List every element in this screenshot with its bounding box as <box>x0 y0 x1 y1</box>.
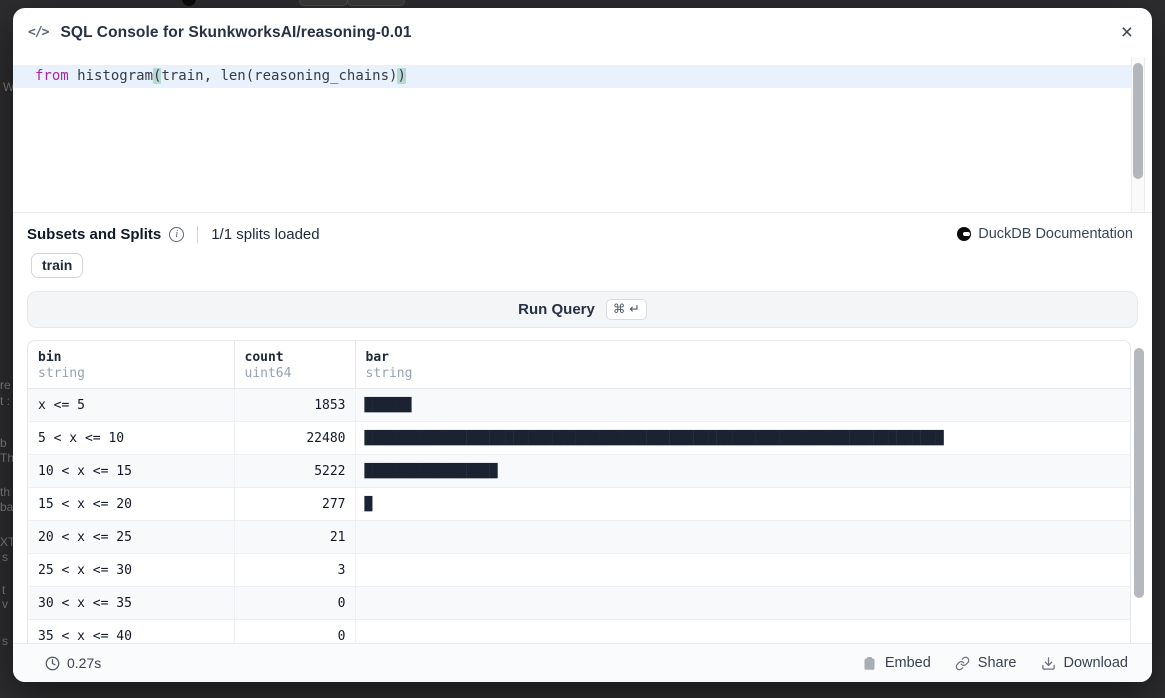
table-row[interactable]: x <= 51853██████ <box>28 389 1130 422</box>
table-row[interactable]: 25 < x <= 303 <box>28 554 1130 587</box>
split-badge-train[interactable]: train <box>31 253 83 278</box>
table-row[interactable]: 5 < x <= 1022480████████████████████████… <box>28 422 1130 455</box>
table-header-row: bin string count uint64 bar string <box>28 341 1130 389</box>
backdrop-text-fragment: Th <box>0 451 14 465</box>
table-row[interactable]: 30 < x <= 350 <box>28 587 1130 620</box>
count-cell: 0 <box>234 587 355 620</box>
info-icon[interactable]: i <box>169 227 184 242</box>
duckdb-docs-link[interactable]: DuckDB Documentation <box>957 226 1133 242</box>
bar-cell: █ <box>355 488 1130 521</box>
count-cell: 21 <box>234 521 355 554</box>
splits-row: train <box>31 253 83 278</box>
bin-cell: 15 < x <= 20 <box>28 488 234 521</box>
download-button[interactable]: Download <box>1041 655 1129 671</box>
count-cell: 5222 <box>234 455 355 488</box>
run-query-label: Run Query <box>518 301 595 318</box>
table-row[interactable]: 20 < x <= 2521 <box>28 521 1130 554</box>
sql-editor[interactable]: from histogram(train, len(reasoning_chai… <box>13 57 1152 212</box>
download-label: Download <box>1064 655 1129 671</box>
table-row[interactable]: 15 < x <= 20277█ <box>28 488 1130 521</box>
count-cell: 22480 <box>234 422 355 455</box>
download-icon <box>1041 656 1056 671</box>
bar-cell: ██████ <box>355 389 1130 422</box>
table-scrollbar-thumb[interactable] <box>1134 348 1144 598</box>
modal-title: SQL Console for SkunkworksAI/reasoning-0… <box>60 24 411 42</box>
background-avatar-artifact <box>182 0 196 6</box>
table-row[interactable]: 35 < x <= 400 <box>28 620 1130 644</box>
editor-scrollbar-thumb[interactable] <box>1133 63 1143 179</box>
close-icon[interactable]: × <box>1119 22 1135 43</box>
share-button[interactable]: Share <box>955 655 1017 671</box>
backdrop-text-fragment: t : <box>0 394 10 408</box>
results-table: bin string count uint64 bar string x <= … <box>27 340 1131 643</box>
footer-actions: Embed Share Download <box>862 655 1128 671</box>
code-icon: </> <box>28 25 48 40</box>
column-type: string <box>366 366 1121 381</box>
backdrop-text-fragment: ba <box>0 500 13 514</box>
divider <box>197 226 198 243</box>
bin-cell: 20 < x <= 25 <box>28 521 234 554</box>
column-name: bin <box>38 350 224 365</box>
share-label: Share <box>978 655 1017 671</box>
bin-cell: x <= 5 <box>28 389 234 422</box>
backdrop-text-fragment: th <box>0 485 10 499</box>
subsets-and-splits-row: Subsets and Splits i 1/1 splits loaded D… <box>13 216 1152 252</box>
table-scrollbar[interactable] <box>1133 340 1145 643</box>
modal-footer: 0.27s Embed Share Download <box>13 643 1152 682</box>
column-header-bin[interactable]: bin string <box>28 341 234 389</box>
column-type: string <box>38 366 224 381</box>
embed-button[interactable]: Embed <box>862 655 931 671</box>
count-cell: 3 <box>234 554 355 587</box>
bin-cell: 30 < x <= 35 <box>28 587 234 620</box>
sql-query-line[interactable]: from histogram(train, len(reasoning_chai… <box>13 65 1131 88</box>
sql-text: histogram <box>69 68 153 84</box>
count-cell: 1853 <box>234 389 355 422</box>
column-type: uint64 <box>245 366 345 381</box>
divider <box>13 212 1152 213</box>
subsets-label: Subsets and Splits <box>27 226 161 243</box>
column-name: bar <box>366 350 1121 365</box>
count-cell: 0 <box>234 620 355 644</box>
query-duration: 0.27s <box>45 655 101 671</box>
matched-bracket-close: ) <box>397 68 405 84</box>
bin-cell: 25 < x <= 30 <box>28 554 234 587</box>
clock-icon <box>45 656 60 671</box>
bar-cell <box>355 521 1130 554</box>
table-row[interactable]: 10 < x <= 155222█████████████████ <box>28 455 1130 488</box>
modal-header: </> SQL Console for SkunkworksAI/reasoni… <box>13 8 1152 57</box>
background-button-artifact <box>299 0 348 6</box>
bar-cell: █████████████████ <box>355 455 1130 488</box>
duckdb-docs-label: DuckDB Documentation <box>978 226 1133 242</box>
column-name: count <box>245 350 345 365</box>
background-button-artifact <box>347 0 405 6</box>
bar-cell <box>355 587 1130 620</box>
sql-text: train, len(reasoning_chains) <box>161 68 397 84</box>
keyboard-shortcut-badge: ⌘ ↵ <box>606 299 647 320</box>
duckdb-logo-icon <box>957 227 971 241</box>
embed-label: Embed <box>885 655 931 671</box>
duration-value: 0.27s <box>67 655 101 671</box>
sql-console-modal: </> SQL Console for SkunkworksAI/reasoni… <box>13 8 1152 682</box>
column-header-count[interactable]: count uint64 <box>234 341 355 389</box>
link-icon <box>955 656 970 671</box>
editor-scrollbar[interactable] <box>1131 57 1145 212</box>
backdrop-text-fragment: v <box>2 597 8 611</box>
bin-cell: 35 < x <= 40 <box>28 620 234 644</box>
bar-cell <box>355 554 1130 587</box>
backdrop-text-fragment: b <box>0 436 7 450</box>
embed-icon <box>862 656 877 671</box>
column-header-bar[interactable]: bar string <box>355 341 1130 389</box>
bar-cell <box>355 620 1130 644</box>
backdrop-text-fragment: re <box>0 378 11 392</box>
bar-cell: ████████████████████████████████████████… <box>355 422 1130 455</box>
backdrop-text-fragment: t <box>2 583 5 597</box>
sql-keyword: from <box>35 68 69 84</box>
bin-cell: 5 < x <= 10 <box>28 422 234 455</box>
count-cell: 277 <box>234 488 355 521</box>
backdrop-text-fragment: s <box>2 550 8 564</box>
splits-loaded-status: 1/1 splits loaded <box>211 226 319 243</box>
backdrop-text-fragment: s <box>2 634 8 648</box>
bin-cell: 10 < x <= 15 <box>28 455 234 488</box>
run-query-button[interactable]: Run Query ⌘ ↵ <box>27 291 1138 328</box>
